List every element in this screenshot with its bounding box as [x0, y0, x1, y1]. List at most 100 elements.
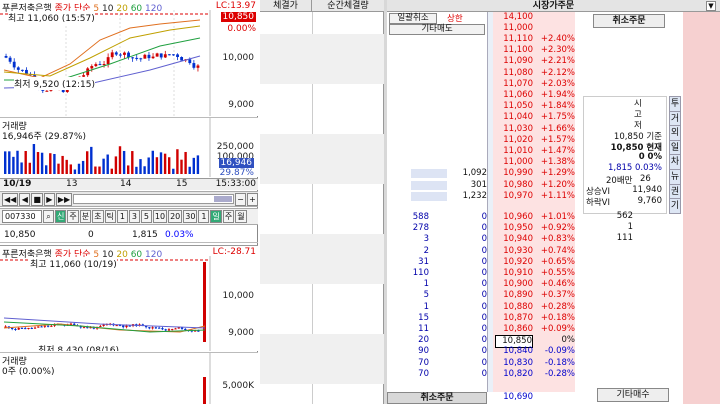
side-button[interactable]: 외: [669, 125, 681, 142]
side-button[interactable]: 투: [669, 96, 681, 112]
bid-row[interactable]: 2 0 10,930 +0.74%: [387, 246, 720, 257]
period-week-button[interactable]: 주: [67, 210, 79, 223]
side-button[interactable]: 일: [669, 139, 681, 156]
ask-price[interactable]: 11,030: [495, 124, 533, 135]
bid-price[interactable]: 10,880: [495, 302, 533, 313]
interval-3-button[interactable]: 3: [128, 210, 140, 223]
bid-row[interactable]: 278 0 10,950 +0.92%: [387, 223, 720, 234]
ask-row[interactable]: 11,090 +2.21%: [387, 56, 720, 67]
ask-price[interactable]: 11,010: [495, 146, 533, 157]
ask-price[interactable]: 10,970: [495, 191, 533, 202]
other-buy-button[interactable]: 기타매수: [597, 388, 669, 402]
period-tick-button[interactable]: 틱: [104, 210, 116, 223]
bid-price[interactable]: 10,900: [495, 279, 533, 290]
bid-price[interactable]: 10,940: [495, 234, 533, 245]
ask-row[interactable]: 11,110 +2.40%: [387, 34, 720, 45]
bid-price[interactable]: 10,930: [495, 246, 533, 257]
bid-price[interactable]: 10,860: [495, 324, 533, 335]
ask-rate: +1.66%: [540, 123, 575, 134]
candle-body: [102, 64, 106, 66]
daily-volume-chart[interactable]: 거래량 0주 (0.00%) 5,000K: [0, 352, 258, 404]
period-month-button[interactable]: 월: [235, 210, 247, 223]
ask-price[interactable]: 11,000: [495, 157, 533, 168]
bid-row[interactable]: 11 0 10,860 +0.09%: [387, 324, 720, 335]
bid-row[interactable]: 110 0 10,910 +0.55%: [387, 268, 720, 279]
ask-price[interactable]: 11,080: [495, 68, 533, 79]
bid-row[interactable]: 1 0 10,900 +0.46%: [387, 279, 720, 290]
interval-1-button[interactable]: 1: [116, 210, 128, 223]
bid-price[interactable]: 10,890: [495, 290, 533, 301]
ask-price[interactable]: 11,040: [495, 112, 533, 123]
scroll-last-button[interactable]: ▶▶: [55, 192, 73, 206]
candle-body: [46, 325, 50, 327]
bid-price[interactable]: 10,840: [495, 346, 533, 357]
bid-price[interactable]: 10,870: [495, 313, 533, 324]
period-minute-button[interactable]: 분: [79, 210, 92, 223]
stop-button[interactable]: ■: [31, 192, 43, 206]
cancel-order-button[interactable]: 취소주문: [593, 14, 665, 28]
ask-price[interactable]: 11,060: [495, 90, 533, 101]
ask-price[interactable]: 10,980: [495, 180, 533, 191]
interval-30-button[interactable]: 30: [183, 210, 198, 223]
bid-price[interactable]: 10,910: [495, 268, 533, 279]
daily-price-chart[interactable]: 푸른저축은행 종가 단순 5 10 20 60 120 LC:-28.71 최고…: [0, 245, 258, 351]
quote-row: 10,850 0 1,815 0.03%: [0, 230, 258, 243]
ask-row[interactable]: 11,070 +2.03%: [387, 79, 720, 90]
period-new-button[interactable]: 신: [55, 210, 67, 223]
bid-row[interactable]: 15 0 10,870 +0.18%: [387, 313, 720, 324]
period-day-button[interactable]: 일: [210, 210, 222, 223]
bid-row[interactable]: 3 0 10,940 +0.83%: [387, 234, 720, 245]
bid-row[interactable]: 90 0 10,840 -0.09%: [387, 346, 720, 357]
zoom-in-button[interactable]: +: [247, 192, 258, 206]
bid-price[interactable]: 10,920: [495, 257, 533, 268]
ask-price[interactable]: 11,110: [495, 34, 533, 45]
stock-code-input[interactable]: 007330: [2, 210, 42, 223]
volume-bar: [176, 149, 179, 174]
interval-5-button[interactable]: 5: [140, 210, 152, 223]
interval-10-button[interactable]: 10: [152, 210, 168, 223]
side-button[interactable]: 거: [669, 110, 681, 127]
chart-scrollbar[interactable]: [73, 194, 234, 204]
interval-1b-button[interactable]: 1: [198, 210, 210, 223]
search-icon[interactable]: ⌕: [43, 210, 54, 223]
ask-row[interactable]: 11,080 +2.12%: [387, 68, 720, 79]
ask-price[interactable]: 10,990: [495, 168, 533, 179]
intraday-volume-chart[interactable]: 거래량 16,946주 (29.87%) 250,000 100,000 16,…: [0, 117, 258, 177]
bid-row[interactable]: 70 0 10,820 -0.28%: [387, 369, 720, 380]
bid-price[interactable]: 10,950: [495, 223, 533, 234]
ask-price[interactable]: 11,100: [495, 45, 533, 56]
lower-ma20-legend: 20: [116, 250, 128, 260]
ask-price[interactable]: 11,050: [495, 101, 533, 112]
zoom-out-button[interactable]: −: [235, 192, 246, 206]
side-button[interactable]: 기: [669, 198, 681, 215]
market-order-header[interactable]: 시장가주문: [387, 0, 720, 12]
bid-row[interactable]: 31 0 10,920 +0.65%: [387, 257, 720, 268]
period-weekly-button[interactable]: 주: [222, 210, 235, 223]
cancel-order-bottom-button[interactable]: 취소주문: [387, 392, 487, 404]
bid-row[interactable]: 1 0 10,880 +0.28%: [387, 302, 720, 313]
scroll-next-button[interactable]: ▶: [43, 192, 55, 206]
side-button[interactable]: 차: [669, 154, 681, 171]
bid-order-qty: 11: [418, 324, 429, 334]
ask-price[interactable]: 11,090: [495, 56, 533, 67]
bid-price[interactable]: 10,960: [495, 212, 533, 223]
bulk-cancel-button[interactable]: 일괄취소: [389, 13, 437, 24]
ask-row[interactable]: 11,100 +2.30%: [387, 45, 720, 56]
bid-row[interactable]: 5 0 10,890 +0.37%: [387, 290, 720, 301]
bid-price[interactable]: 10,830: [495, 358, 533, 369]
bid-price[interactable]: 10,820: [495, 369, 533, 380]
scroll-prev-button[interactable]: ◀: [19, 192, 31, 206]
chart-scroll-thumb[interactable]: [214, 196, 232, 202]
intraday-price-chart[interactable]: 푸른저축은행 종가 단순 5 10 20 60 120 LC:13.97 최고 …: [0, 0, 258, 116]
interval-20-button[interactable]: 20: [168, 210, 183, 223]
period-second-button[interactable]: 초: [92, 210, 104, 223]
ask-price[interactable]: 11,020: [495, 135, 533, 146]
side-button[interactable]: 뉴: [669, 169, 681, 185]
ask-price[interactable]: 11,070: [495, 79, 533, 90]
scroll-first-button[interactable]: ◀◀: [2, 192, 19, 206]
candle-body: [184, 328, 187, 331]
chevron-down-icon[interactable]: ▼: [706, 1, 716, 11]
bid-row[interactable]: 70 0 10,830 -0.18%: [387, 358, 720, 369]
bid-row[interactable]: 20 0 10,850 0%: [387, 335, 720, 349]
side-button[interactable]: 권: [669, 183, 681, 200]
